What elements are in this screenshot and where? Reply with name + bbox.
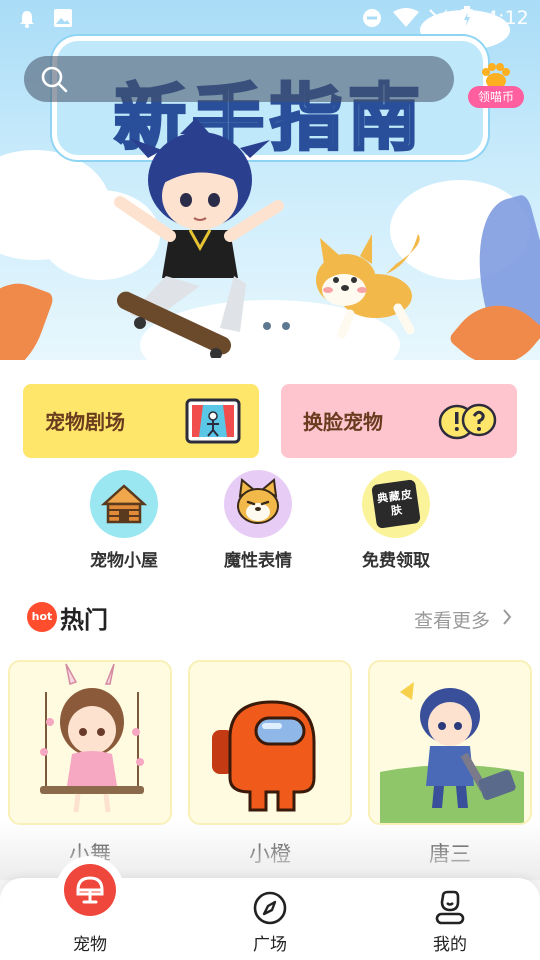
shortcut-label: 免费领取: [362, 551, 430, 571]
xiaocheng-illustration: [212, 700, 316, 812]
compass-icon: [253, 891, 287, 925]
theater-icon: [185, 398, 241, 444]
hot-badge-icon: hot: [27, 602, 57, 632]
chevron-right-icon: [503, 609, 512, 625]
shiba-dog-illustration: [316, 234, 420, 339]
pet-card[interactable]: [368, 660, 532, 825]
search-icon: [41, 66, 68, 93]
pet-card[interactable]: [188, 660, 352, 825]
wifi-icon: [393, 8, 419, 27]
face-swap-card[interactable]: 换脸宠物: [281, 384, 517, 458]
card-label: 换脸宠物: [303, 410, 383, 434]
status-time: 4:12: [486, 7, 529, 29]
pet-card[interactable]: [8, 660, 172, 825]
carousel-indicator: [244, 322, 290, 330]
claim-coin-button[interactable]: 领喵币: [468, 62, 524, 112]
tangsan-illustration: [380, 682, 524, 823]
gallery-icon: [54, 9, 72, 27]
nav-active-pet-button[interactable]: [64, 864, 116, 916]
leaf-decoration: [0, 271, 55, 360]
notification-bell-icon: [20, 11, 34, 28]
shortcut-label: 魔性表情: [224, 551, 292, 571]
shortcut-circle: [224, 470, 292, 538]
card-label: 宠物剧场: [45, 410, 125, 434]
dog-face-icon: [237, 478, 279, 524]
pet-icon: [76, 876, 104, 904]
section-title: 热门: [60, 606, 108, 634]
pet-theater-card[interactable]: 宠物剧场: [23, 384, 259, 458]
free-claim-shortcut[interactable]: 典藏皮肤 免费领取: [336, 470, 456, 571]
nav-label: 广场: [253, 935, 287, 955]
nav-tab-me[interactable]: 我的: [390, 878, 510, 960]
view-more-link[interactable]: 查看更多: [414, 606, 490, 633]
status-bar: 4:12: [0, 0, 540, 36]
no-signal-icon: [429, 9, 447, 27]
carousel-dot[interactable]: [263, 322, 271, 330]
nav-tab-plaza[interactable]: 广场: [210, 878, 330, 960]
pet-house-shortcut[interactable]: 宠物小屋: [64, 470, 184, 571]
do-not-disturb-icon: [363, 9, 381, 27]
coin-button-label: 领喵币: [468, 86, 524, 108]
banner-carousel[interactable]: 新手指南 领喵币: [0, 0, 540, 360]
search-bar[interactable]: [24, 56, 454, 102]
hot-section-header: hot 热门 查看更多: [0, 598, 540, 638]
house-icon: [100, 484, 148, 524]
profile-icon: [435, 890, 465, 925]
nav-label: 宠物: [73, 935, 107, 955]
skin-badge-icon: 典藏皮肤: [371, 479, 421, 529]
carousel-dot[interactable]: [282, 322, 290, 330]
main-content: 宠物剧场 换脸宠物 宠物小屋 魔性表情 典藏皮肤 免费领取 hot 热门 查看更…: [0, 360, 540, 880]
xiaowu-illustration: [40, 663, 144, 813]
shortcut-circle: 典藏皮肤: [362, 470, 430, 538]
battery-charging-icon: [461, 6, 473, 29]
skin-badge-text: 典藏皮肤: [376, 487, 414, 518]
shortcut-circle: [90, 470, 158, 538]
nav-label: 我的: [433, 935, 467, 955]
carousel-dot-active[interactable]: [244, 322, 252, 330]
funny-stickers-shortcut[interactable]: 魔性表情: [198, 470, 318, 571]
face-swap-icon: [438, 403, 497, 440]
shortcut-label: 宠物小屋: [90, 551, 158, 571]
